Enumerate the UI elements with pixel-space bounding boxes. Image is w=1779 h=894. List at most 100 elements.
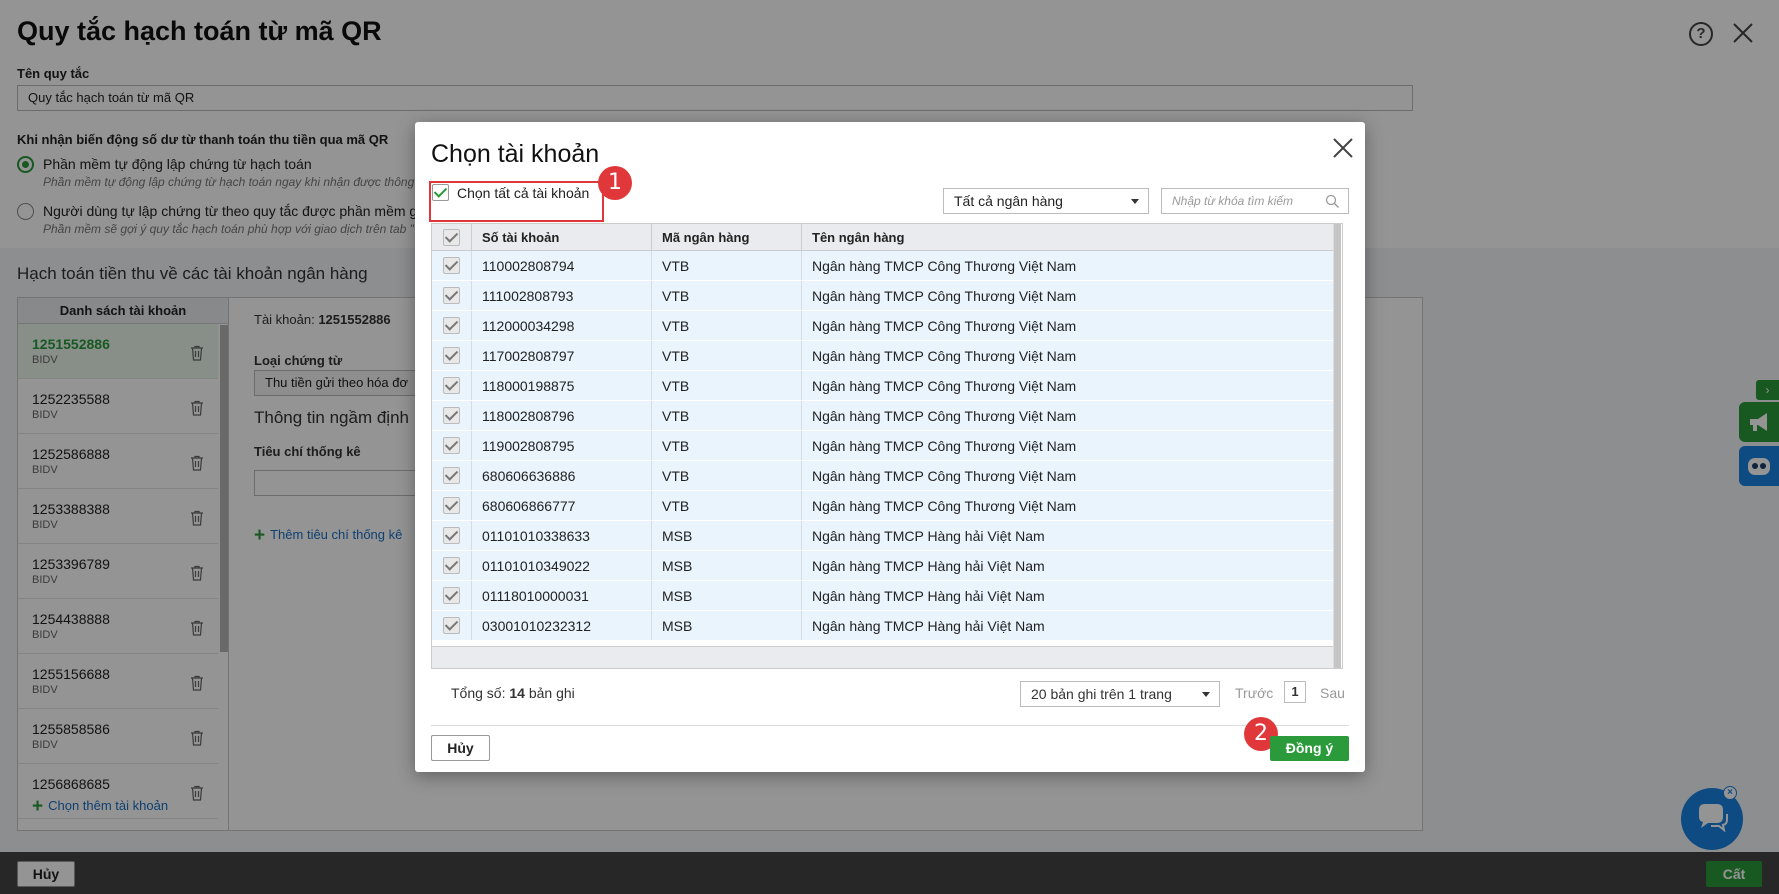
row-checkbox-cell[interactable] [432, 251, 472, 280]
row-checkbox[interactable] [443, 587, 460, 604]
row-checkbox[interactable] [443, 557, 460, 574]
total-label: Tổng số: [451, 685, 506, 701]
account-number-cell: 01118010000031 [472, 581, 652, 610]
account-number-cell: 118002808796 [472, 401, 652, 430]
row-checkbox[interactable] [443, 317, 460, 334]
bank-code-cell: VTB [652, 461, 802, 490]
table-row[interactable]: 117002808797 VTB Ngân hàng TMCP Công Thươn… [432, 341, 1342, 371]
header-checkbox[interactable] [443, 228, 460, 246]
dialog-close-icon[interactable] [1331, 136, 1355, 160]
column-header-account-number[interactable]: Số tài khoản [472, 224, 652, 250]
row-checkbox[interactable] [443, 437, 460, 454]
row-checkbox-cell[interactable] [432, 281, 472, 310]
table-row[interactable]: 01101010349022 MSB Ngân hàng TMCP Hàng hải… [432, 551, 1342, 581]
dialog-footer-divider [431, 725, 1349, 726]
bank-name-cell: Ngân hàng TMCP Hàng hải Việt Nam [812, 617, 1045, 634]
table-row[interactable]: 111002808793 VTB Ngân hàng TMCP Công Thươn… [432, 281, 1342, 311]
account-number-cell: 01101010349022 [472, 551, 652, 580]
row-checkbox-cell[interactable] [432, 611, 472, 640]
row-checkbox-cell[interactable] [432, 401, 472, 430]
prev-page-button[interactable]: Trước [1235, 685, 1273, 701]
row-checkbox[interactable] [443, 377, 460, 394]
bank-code-cell: MSB [652, 581, 802, 610]
row-checkbox[interactable] [443, 257, 460, 274]
bank-name-cell: Ngân hàng TMCP Hàng hải Việt Nam [812, 557, 1045, 574]
table-row[interactable]: 118000198875 VTB Ngân hàng TMCP Công Thươn… [432, 371, 1342, 401]
row-checkbox[interactable] [443, 347, 460, 364]
column-header-bank-name[interactable]: Tên ngân hàng [802, 224, 1342, 250]
bank-filter-value: Tất cả ngân hàng [954, 193, 1063, 209]
bank-code-cell: VTB [652, 281, 802, 310]
bank-name-cell: Ngân hàng TMCP Hàng hải Việt Nam [812, 587, 1045, 604]
bank-name-cell: Ngân hàng TMCP Công Thương Việt Nam [812, 377, 1077, 394]
bank-code-cell: VTB [652, 251, 802, 280]
dialog-title: Chọn tài khoản [431, 140, 600, 168]
bank-code-cell: VTB [652, 311, 802, 340]
page-size-select[interactable]: 20 bản ghi trên 1 trang [1020, 681, 1220, 707]
dialog-cancel-button[interactable]: Hủy [431, 735, 490, 761]
table-row[interactable]: 112000034298 VTB Ngân hàng TMCP Công Thươn… [432, 311, 1342, 341]
search-icon [1325, 194, 1339, 208]
table-row[interactable]: 119002808795 VTB Ngân hàng TMCP Công Thươn… [432, 431, 1342, 461]
table-row[interactable]: 680606636886 VTB Ngân hàng TMCP Công Thươn… [432, 461, 1342, 491]
row-checkbox[interactable] [443, 617, 460, 634]
row-checkbox-cell[interactable] [432, 491, 472, 520]
account-number-cell: 118000198875 [472, 371, 652, 400]
row-checkbox-cell[interactable] [432, 461, 472, 490]
pagination-bar: Tổng số: 14 bản ghi 20 bản ghi trên 1 tr… [431, 669, 1345, 717]
account-number-cell: 111002808793 [472, 281, 652, 310]
row-checkbox-cell[interactable] [432, 341, 472, 370]
search-input[interactable]: Nhập từ khóa tìm kiếm [1161, 188, 1349, 214]
row-checkbox[interactable] [443, 497, 460, 514]
bank-name-cell: Ngân hàng TMCP Công Thương Việt Nam [812, 287, 1077, 304]
total-suffix: bản ghi [528, 685, 575, 701]
table-row[interactable]: 680606866777 VTB Ngân hàng TMCP Công Thươn… [432, 491, 1342, 521]
chevron-down-icon [1202, 692, 1210, 697]
account-number-cell: 119002808795 [472, 431, 652, 460]
bank-name-cell: Ngân hàng TMCP Công Thương Việt Nam [812, 407, 1077, 424]
scrollbar-thumb[interactable] [1334, 224, 1341, 668]
account-number-cell: 110002808794 [472, 251, 652, 280]
select-account-dialog: Chọn tài khoản Chọn tất cả tài khoản 1 T… [415, 122, 1365, 772]
bank-name-cell: Ngân hàng TMCP Công Thương Việt Nam [812, 467, 1077, 484]
bank-name-cell: Ngân hàng TMCP Công Thương Việt Nam [812, 317, 1077, 334]
header-checkbox-cell[interactable] [432, 224, 472, 250]
step-highlight-box [429, 181, 604, 222]
bank-name-cell: Ngân hàng TMCP Công Thương Việt Nam [812, 437, 1077, 454]
bank-code-cell: MSB [652, 521, 802, 550]
table-row[interactable]: 01101010338633 MSB Ngân hàng TMCP Hàng hải… [432, 521, 1342, 551]
bank-name-cell: Ngân hàng TMCP Công Thương Việt Nam [812, 257, 1077, 274]
vertical-scrollbar[interactable] [1333, 224, 1342, 668]
row-checkbox-cell[interactable] [432, 311, 472, 340]
search-placeholder: Nhập từ khóa tìm kiếm [1172, 194, 1293, 208]
bank-code-cell: VTB [652, 371, 802, 400]
account-table: Số tài khoản Mã ngân hàng Tên ngân hàng … [431, 223, 1343, 669]
bank-filter-select[interactable]: Tất cả ngân hàng [943, 188, 1149, 214]
bank-name-cell: Ngân hàng TMCP Công Thương Việt Nam [812, 347, 1077, 364]
account-number-cell: 680606636886 [472, 461, 652, 490]
account-number-cell: 112000034298 [472, 311, 652, 340]
row-checkbox-cell[interactable] [432, 581, 472, 610]
row-checkbox[interactable] [443, 467, 460, 484]
bank-code-cell: VTB [652, 401, 802, 430]
row-checkbox[interactable] [443, 287, 460, 304]
table-header: Số tài khoản Mã ngân hàng Tên ngân hàng [432, 224, 1342, 251]
table-row[interactable]: 118002808796 VTB Ngân hàng TMCP Công Thươn… [432, 401, 1342, 431]
row-checkbox-cell[interactable] [432, 431, 472, 460]
row-checkbox-cell[interactable] [432, 371, 472, 400]
horizontal-scrollbar[interactable] [432, 646, 1335, 668]
row-checkbox-cell[interactable] [432, 521, 472, 550]
table-row[interactable]: 01118010000031 MSB Ngân hàng TMCP Hàng hải… [432, 581, 1342, 611]
table-row[interactable]: 110002808794 VTB Ngân hàng TMCP Công Thươn… [432, 251, 1342, 281]
current-page-number[interactable]: 1 [1284, 681, 1306, 703]
row-checkbox[interactable] [443, 527, 460, 544]
next-page-button[interactable]: Sau [1320, 685, 1345, 701]
total-count: 14 [509, 685, 525, 701]
dialog-confirm-button[interactable]: Đồng ý [1270, 736, 1349, 761]
column-header-bank-code[interactable]: Mã ngân hàng [652, 224, 802, 250]
bank-code-cell: VTB [652, 431, 802, 460]
account-number-cell: 680606866777 [472, 491, 652, 520]
row-checkbox[interactable] [443, 407, 460, 424]
row-checkbox-cell[interactable] [432, 551, 472, 580]
table-row[interactable]: 03001010232312 MSB Ngân hàng TMCP Hàng hải… [432, 611, 1342, 641]
